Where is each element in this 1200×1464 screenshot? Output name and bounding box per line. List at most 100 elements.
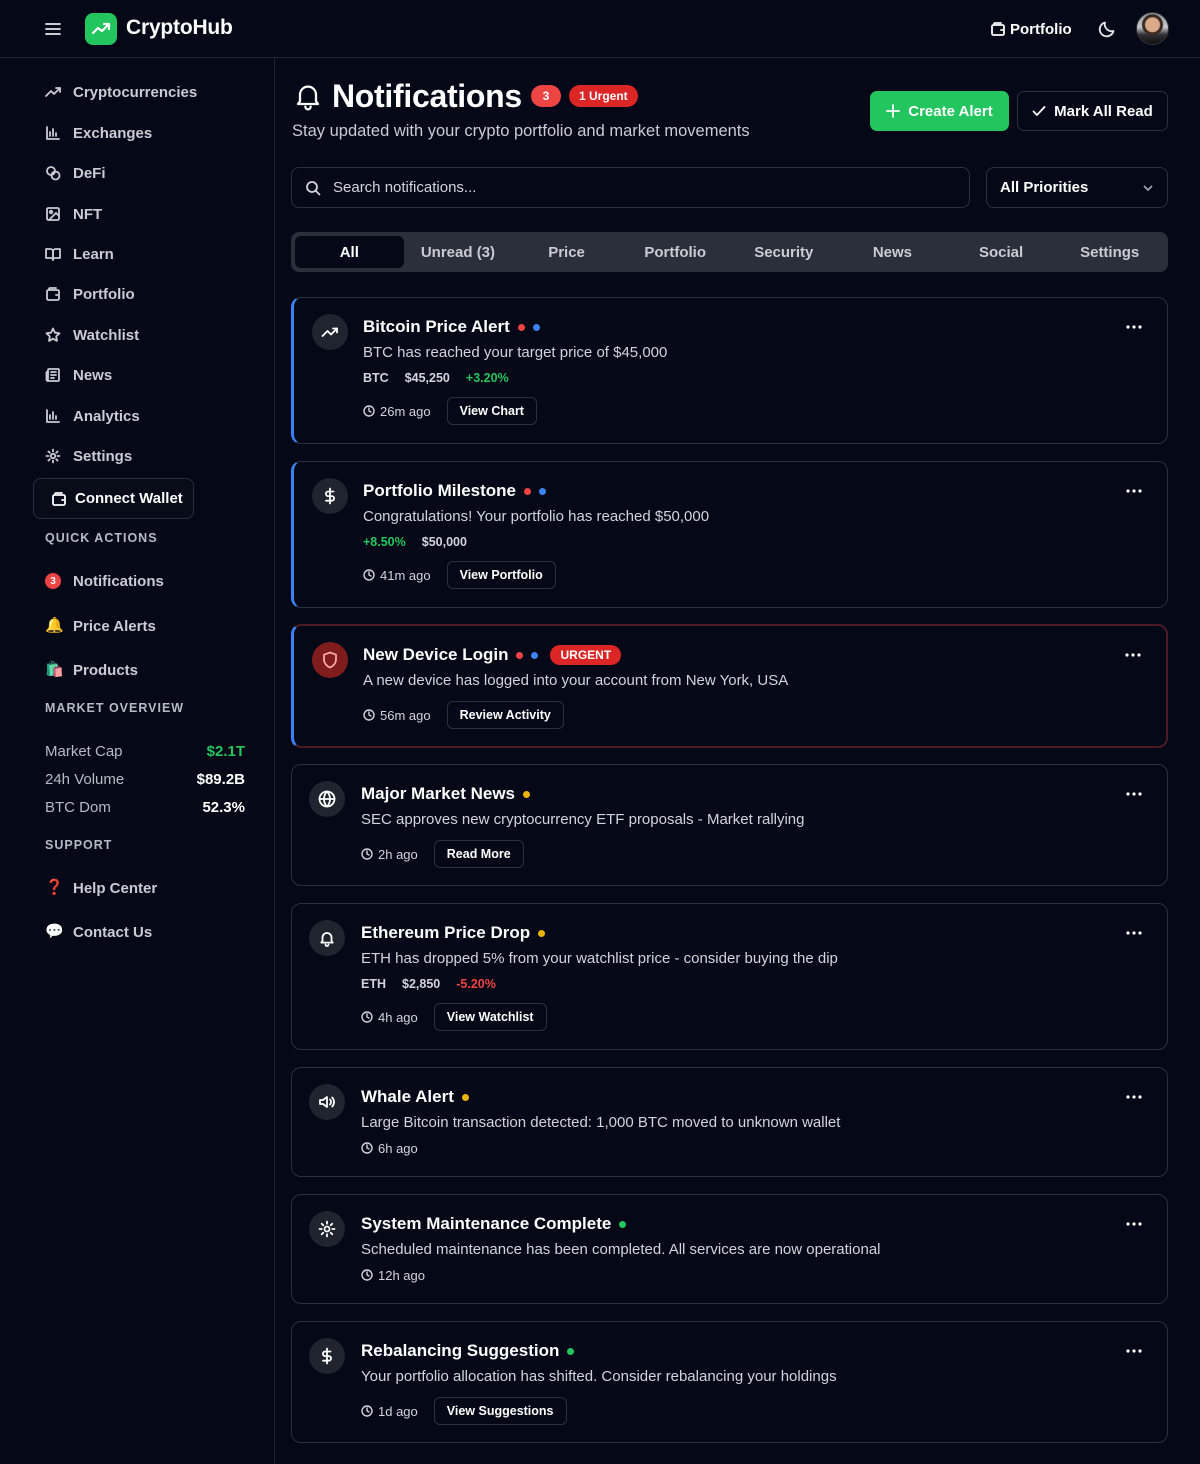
sidebar-item-exchanges[interactable]: Exchanges — [45, 122, 152, 144]
sidebar-item-settings[interactable]: Settings — [45, 445, 132, 467]
sidebar-item-label: Exchanges — [73, 124, 153, 142]
gear-icon — [45, 448, 61, 464]
create-alert-button[interactable]: Create Alert — [870, 91, 1009, 131]
tab-portfolio[interactable]: Portfolio — [621, 236, 730, 268]
notification-card-urgent[interactable]: New Device Login URGENT A new device has… — [291, 624, 1168, 748]
view-chart-button[interactable]: View Chart — [446, 397, 537, 425]
priority-dot — [523, 790, 530, 798]
support-title: SUPPORT — [45, 838, 113, 852]
notification-message: BTC has reached your target price of $45… — [363, 344, 668, 361]
time-label: 2h ago — [378, 846, 418, 862]
notification-count-badge: 3 — [45, 573, 61, 589]
sidebar: Cryptocurrencies Exchanges DeFi NFT Lear… — [0, 58, 275, 1464]
clock-icon — [361, 848, 373, 860]
quick-actions-title: QUICK ACTIONS — [45, 531, 158, 545]
notification-message: Your portfolio allocation has shifted. C… — [361, 1368, 837, 1385]
support-label: Help Center — [73, 879, 158, 897]
dollar-icon — [312, 478, 348, 514]
sidebar-item-label: DeFi — [73, 164, 106, 182]
notification-title: Portfolio Milestone — [363, 481, 516, 500]
sidebar-item-analytics[interactable]: Analytics — [45, 405, 140, 427]
notification-time: 2h ago — [361, 847, 418, 862]
view-watchlist-button[interactable]: View Watchlist — [433, 1003, 547, 1031]
priority-dot — [619, 1220, 627, 1228]
wallet-icon — [46, 287, 60, 301]
coins-icon — [46, 166, 61, 181]
more-icon[interactable] — [1125, 928, 1143, 938]
tab-news[interactable]: News — [838, 236, 947, 268]
sidebar-item-nft[interactable]: NFT — [45, 203, 102, 225]
sidebar-item-label: News — [73, 366, 113, 384]
sidebar-item-learn[interactable]: Learn — [45, 243, 114, 265]
notification-card[interactable]: Major Market News SEC approves new crypt… — [291, 764, 1168, 886]
notification-title: Ethereum Price Drop — [361, 923, 531, 942]
chevron-down-icon — [1143, 185, 1153, 191]
notification-card[interactable]: Bitcoin Price Alert BTC has reached your… — [291, 297, 1168, 444]
logo-icon[interactable] — [85, 13, 117, 45]
notification-card[interactable]: Ethereum Price Drop ETH has dropped 5% f… — [291, 903, 1168, 1050]
mark-all-read-button[interactable]: Mark All Read — [1017, 91, 1168, 131]
notification-card[interactable]: Portfolio Milestone Congratulations! You… — [291, 461, 1168, 608]
more-icon[interactable] — [1125, 1219, 1143, 1229]
notification-meta: +8.50% $50,000 — [363, 533, 1107, 551]
portfolio-link[interactable]: Portfolio — [990, 18, 1072, 40]
meta-symbol: BTC — [363, 371, 389, 385]
unread-dot — [531, 651, 539, 659]
quick-action-price-alerts[interactable]: 🔔 Price Alerts — [45, 615, 156, 637]
tab-settings[interactable]: Settings — [1055, 236, 1164, 268]
more-icon[interactable] — [1125, 486, 1143, 496]
notification-card[interactable]: Rebalancing Suggestion Your portfolio al… — [291, 1321, 1168, 1443]
speaker-icon — [309, 1084, 345, 1120]
notification-card[interactable]: System Maintenance Complete Scheduled ma… — [291, 1194, 1168, 1304]
bell-emoji-icon: 🔔 — [45, 617, 64, 634]
tab-price[interactable]: Price — [512, 236, 621, 268]
notification-message: ETH has dropped 5% from your watchlist p… — [361, 950, 838, 967]
tab-unread[interactable]: Unread (3) — [404, 236, 513, 268]
sidebar-item-defi[interactable]: DeFi — [45, 162, 106, 184]
support-label: Contact Us — [73, 923, 153, 941]
review-activity-button[interactable]: Review Activity — [446, 701, 564, 729]
wallet-icon — [52, 491, 66, 506]
view-suggestions-button[interactable]: View Suggestions — [433, 1397, 567, 1425]
sidebar-item-news[interactable]: News — [45, 364, 112, 386]
tab-security[interactable]: Security — [730, 236, 839, 268]
shield-icon — [312, 642, 348, 678]
read-more-button[interactable]: Read More — [433, 840, 524, 868]
book-icon — [45, 248, 61, 261]
brand-name[interactable]: CryptoHub — [126, 16, 233, 40]
view-portfolio-button[interactable]: View Portfolio — [446, 561, 556, 589]
more-icon[interactable] — [1124, 650, 1142, 660]
menu-icon[interactable] — [43, 19, 63, 39]
quick-action-notifications[interactable]: 3 Notifications — [45, 570, 164, 592]
more-icon[interactable] — [1125, 1092, 1143, 1102]
sidebar-item-watchlist[interactable]: Watchlist — [45, 324, 139, 346]
priority-select[interactable]: All Priorities — [986, 167, 1168, 208]
tab-social[interactable]: Social — [947, 236, 1056, 268]
notification-message: Scheduled maintenance has been completed… — [361, 1241, 881, 1258]
tab-all[interactable]: All — [295, 236, 404, 268]
support-contact-us[interactable]: 💬 Contact Us — [45, 921, 152, 943]
market-cap-row: Market Cap $2.1T — [45, 741, 245, 761]
moon-icon[interactable] — [1097, 19, 1117, 39]
sidebar-item-label: Analytics — [73, 407, 140, 425]
support-help-center[interactable]: ❓ Help Center — [45, 877, 157, 899]
search-input[interactable] — [333, 179, 933, 196]
trending-icon — [45, 87, 61, 97]
more-icon[interactable] — [1125, 789, 1143, 799]
avatar[interactable] — [1136, 12, 1169, 45]
sidebar-item-portfolio[interactable]: Portfolio — [45, 283, 135, 305]
quick-action-products[interactable]: 🛍️ Products — [45, 659, 138, 681]
meta-value: $50,000 — [421, 535, 467, 549]
more-icon[interactable] — [1125, 322, 1143, 332]
volume-row: 24h Volume $89.2B — [45, 769, 245, 789]
clock-icon — [361, 1142, 373, 1154]
meta-change: +8.50% — [363, 535, 406, 549]
connect-wallet-button[interactable]: Connect Wallet — [33, 478, 194, 519]
bell-icon — [292, 80, 324, 112]
notification-card[interactable]: Whale Alert Large Bitcoin transaction de… — [291, 1067, 1168, 1177]
page-subtitle: Stay updated with your crypto portfolio … — [292, 122, 750, 140]
more-icon[interactable] — [1125, 1346, 1143, 1356]
unread-count-badge: 3 — [531, 85, 561, 107]
sidebar-item-cryptocurrencies[interactable]: Cryptocurrencies — [45, 81, 197, 103]
notification-title: Bitcoin Price Alert — [363, 317, 510, 336]
